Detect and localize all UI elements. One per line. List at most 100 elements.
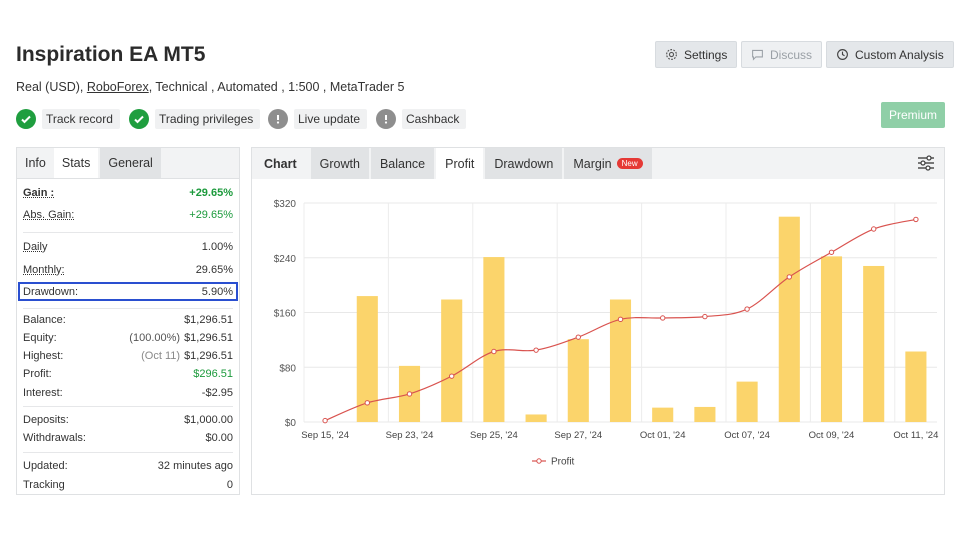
withdrawals-label: Withdrawals:	[23, 432, 86, 444]
equity-label: Equity:	[23, 332, 57, 344]
stat-abs-gain: Abs. Gain: +29.65%	[23, 209, 233, 221]
profit-point	[786, 274, 792, 280]
stat-daily: Daily 1.00%	[23, 241, 233, 253]
tab-drawdown[interactable]: Drawdown	[485, 148, 563, 179]
divider	[23, 308, 233, 309]
highest-date: (Oct 11)	[141, 350, 181, 362]
y-tick-label: $320	[274, 199, 297, 210]
stat-withdrawals: Withdrawals: $0.00	[23, 432, 233, 444]
tab-info[interactable]: Info	[17, 148, 54, 178]
tracking-value: 0	[226, 479, 233, 491]
highest-value: $1,296.51	[184, 350, 233, 362]
settings-button[interactable]: Settings	[655, 41, 738, 68]
profit-point	[449, 373, 455, 379]
page-title: Inspiration EA MT5	[16, 43, 206, 66]
chart-tabs: Chart Growth Balance Profit Drawdown Mar…	[252, 148, 944, 179]
stat-equity: Equity: (100.00%) $1,296.51	[23, 332, 233, 344]
balance-label: Balance:	[23, 314, 66, 326]
tab-general[interactable]: General	[100, 148, 161, 178]
tab-growth[interactable]: Growth	[310, 148, 369, 179]
deposits-label: Deposits:	[23, 414, 69, 426]
legend-label: Profit	[551, 457, 575, 468]
custom-analysis-button[interactable]: Custom Analysis	[826, 41, 954, 68]
badge-live-update-label: Live update	[294, 109, 368, 129]
highest-label: Highest:	[23, 350, 64, 362]
clock-icon	[837, 49, 848, 60]
stat-balance: Balance: $1,296.51	[23, 314, 233, 326]
filter-settings-icon[interactable]	[917, 155, 935, 171]
profit-bar	[694, 406, 716, 422]
stat-drawdown: Drawdown: 5.90%	[23, 286, 233, 298]
profit-bar	[652, 407, 674, 422]
divider	[23, 452, 233, 453]
check-icon	[16, 109, 36, 129]
check-icon	[129, 109, 149, 129]
abs-gain-label[interactable]: Abs. Gain:	[23, 209, 74, 221]
profit-point	[660, 315, 666, 321]
broker-link[interactable]: RoboForex	[87, 80, 149, 94]
tab-profit[interactable]: Profit	[436, 148, 484, 179]
stats-panel: Info Stats General Gain : +29.65% Abs. G…	[16, 147, 240, 495]
badge-live-update[interactable]: Live update	[268, 108, 368, 130]
x-tick-label: Sep 23, '24	[386, 430, 434, 441]
badge-cashback[interactable]: Cashback	[376, 108, 467, 130]
account-type: Real (USD),	[16, 80, 84, 94]
tab-stats[interactable]: Stats	[53, 148, 99, 178]
badge-track-record[interactable]: Track record	[16, 108, 120, 130]
badge-trading-privileges[interactable]: Trading privileges	[129, 108, 261, 130]
discuss-button[interactable]: Discuss	[741, 41, 823, 68]
tab-balance[interactable]: Balance	[370, 148, 435, 179]
x-tick-label: Oct 09, '24	[809, 430, 855, 441]
profit-label: Profit:	[23, 368, 52, 380]
profit-bar	[778, 216, 800, 422]
profit-value: $296.51	[193, 368, 233, 380]
profit-point	[364, 400, 371, 406]
profit-bar	[567, 339, 589, 422]
updated-value: 32 minutes ago	[157, 460, 233, 472]
x-tick-label: Sep 27, '24	[554, 430, 602, 441]
stat-monthly: Monthly: 29.65%	[23, 264, 233, 276]
exclamation-icon	[376, 109, 396, 129]
legend-marker	[536, 458, 542, 464]
settings-label: Settings	[684, 47, 728, 62]
stat-tracking: Tracking 0	[23, 479, 233, 491]
premium-button[interactable]: Premium	[881, 102, 945, 128]
x-tick-label: Oct 01, '24	[640, 430, 686, 441]
chat-icon	[752, 49, 763, 61]
discuss-label: Discuss	[770, 47, 813, 62]
y-tick-label: $0	[285, 418, 297, 429]
profit-point	[575, 334, 581, 340]
tab-margin[interactable]: Margin New	[564, 148, 652, 179]
profit-point	[491, 348, 497, 355]
withdrawals-value: $0.00	[205, 432, 233, 444]
profit-bar	[905, 351, 927, 422]
interest-label: Interest:	[23, 387, 63, 399]
profit-bar	[863, 265, 885, 422]
y-tick-label: $160	[274, 309, 297, 320]
monthly-label[interactable]: Monthly:	[23, 264, 65, 276]
badge-track-record-label: Track record	[42, 109, 120, 129]
profit-chart: $0 $80 $160 $240 $320 Sep 15, '24 Sep 23, '24 S…	[274, 199, 939, 468]
monthly-value: 29.65%	[195, 264, 233, 276]
stat-deposits: Deposits: $1,000.00	[23, 414, 233, 426]
stats-tabs: Info Stats General	[17, 148, 239, 179]
tab-chart: Chart	[264, 156, 297, 171]
daily-label[interactable]: Daily	[23, 241, 47, 253]
drawdown-value: 5.90%	[201, 286, 233, 298]
profit-point	[533, 347, 539, 353]
new-badge: New	[616, 158, 643, 169]
stat-updated: Updated: 32 minutes ago	[23, 460, 233, 472]
x-tick-label: Oct 11, '24	[893, 430, 938, 441]
equity-percent: (100.00%)	[129, 332, 181, 344]
profit-point	[744, 306, 750, 312]
daily-value: 1.00%	[201, 241, 233, 253]
y-tick-label: $80	[279, 363, 296, 374]
x-tick-label: Oct 07, '24	[724, 430, 770, 441]
profit-bar	[525, 414, 547, 422]
stat-interest: Interest: -$2.95	[23, 387, 233, 399]
gain-label[interactable]: Gain :	[23, 187, 54, 199]
profit-point	[406, 391, 413, 397]
account-details: , Technical , Automated , 1:500 , MetaTr…	[148, 80, 405, 94]
drawdown-label: Drawdown:	[23, 286, 79, 298]
profit-point	[702, 313, 708, 320]
